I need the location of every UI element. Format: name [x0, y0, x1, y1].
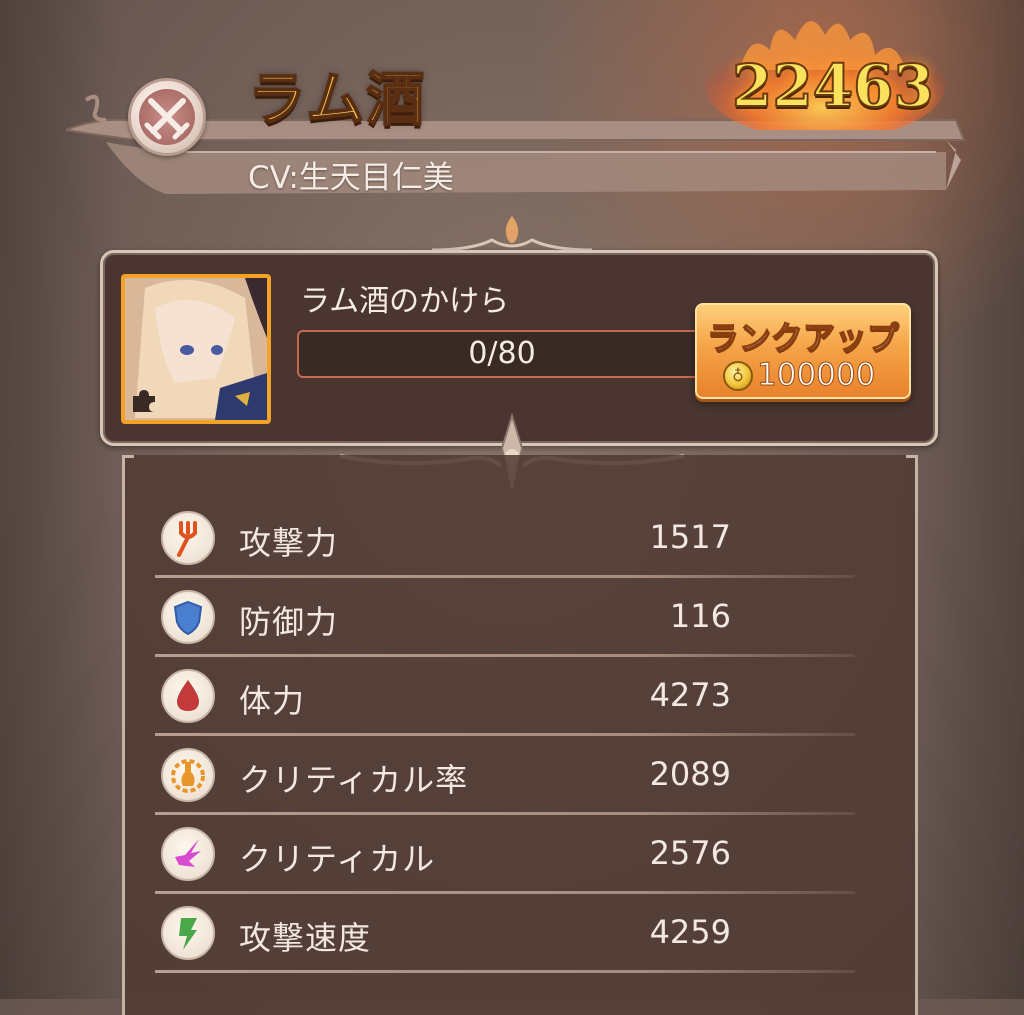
- stat-value: 116: [669, 597, 731, 635]
- fork-icon: [161, 511, 215, 565]
- character-portrait[interactable]: [121, 274, 271, 424]
- stat-label: クリティカル: [239, 840, 436, 878]
- stat-value: 4273: [649, 676, 731, 714]
- stat-row-critical: クリティカル 2576: [155, 820, 855, 894]
- voice-actor-label: CV:生天目仁美: [248, 160, 454, 196]
- shard-name: ラム酒のかけら: [300, 284, 510, 319]
- stat-value: 4259: [649, 913, 731, 951]
- rank-up-cost: 100000: [756, 357, 876, 394]
- stat-label: 攻撃力: [239, 524, 339, 562]
- stat-row-attack: 攻撃力 1517: [155, 504, 855, 578]
- stat-row-hp: 体力 4273: [155, 662, 855, 736]
- lightning-icon: [161, 906, 215, 960]
- stat-label: クリティカル率: [239, 761, 469, 799]
- burst-icon: [161, 827, 215, 881]
- character-name: ラム酒: [247, 64, 427, 134]
- class-emblem: [128, 78, 206, 156]
- shard-progress-text: 0/80: [468, 336, 536, 371]
- stat-row-defense: 防御力 116: [155, 583, 855, 657]
- rank-up-label: ランクアップ: [706, 318, 900, 358]
- stat-value: 2576: [649, 834, 731, 872]
- crossed-swords-icon: [144, 98, 190, 140]
- gold-coin-icon: ♁: [723, 361, 753, 391]
- shard-progress-bar: 0/80: [297, 330, 707, 378]
- stat-label: 防御力: [239, 603, 339, 641]
- power-value: 22463: [731, 51, 935, 121]
- gear-flask-icon: [161, 748, 215, 802]
- stat-value: 1517: [649, 518, 731, 556]
- stat-label: 体力: [239, 682, 306, 720]
- stat-value: 2089: [649, 755, 731, 793]
- stat-row-attack-speed: 攻撃速度 4259: [155, 899, 855, 973]
- puzzle-piece-icon: [133, 390, 155, 412]
- rank-up-button[interactable]: ランクアップ ♁ 100000: [695, 303, 911, 399]
- blood-drop-icon: [161, 669, 215, 723]
- stat-row-critical-rate: クリティカル率 2089: [155, 741, 855, 815]
- stat-label: 攻撃速度: [239, 919, 372, 957]
- shield-icon: [161, 590, 215, 644]
